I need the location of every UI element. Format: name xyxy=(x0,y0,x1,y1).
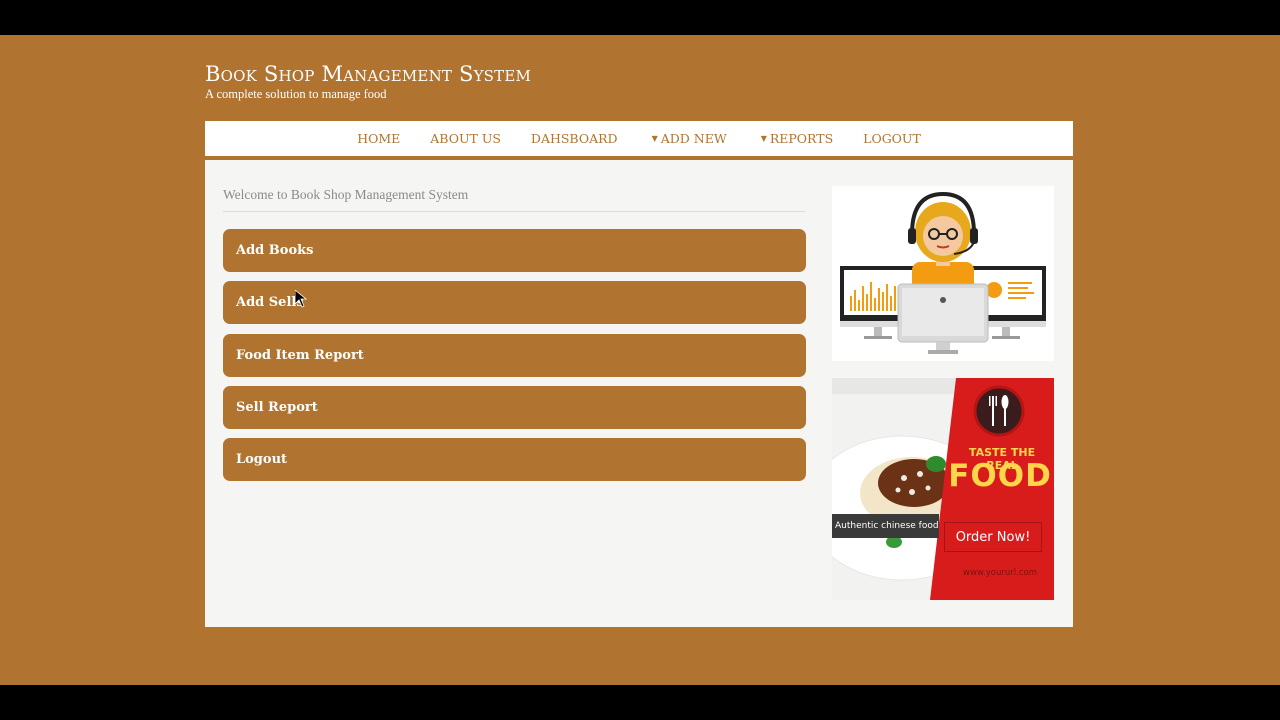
order-now-button[interactable]: Order Now! xyxy=(944,522,1042,552)
food-ad-url: www.yoururl.com xyxy=(963,568,1037,578)
add-sells-button[interactable]: Add Sells xyxy=(223,281,806,324)
nav-add-new-dropdown[interactable]: ▼ ADD NEW xyxy=(633,131,742,146)
nav-reports-label: REPORTS xyxy=(769,131,834,146)
page-background: Book Shop Management System A complete s… xyxy=(0,35,1280,685)
caret-down-icon: ▼ xyxy=(760,134,767,143)
mouse-cursor-icon xyxy=(295,290,307,308)
add-books-button[interactable]: Add Books xyxy=(223,229,806,272)
food-ad-banner[interactable]: Authentic chinese food TASTE THE REAL FO… xyxy=(832,378,1054,600)
main-navbar: HOME ABOUT US DAHSBOARD ▼ ADD NEW ▼ REPO… xyxy=(205,121,1073,156)
nav-dashboard[interactable]: DAHSBOARD xyxy=(516,131,633,146)
welcome-heading: Welcome to Book Shop Management System xyxy=(223,187,805,212)
site-title: Book Shop Management System xyxy=(205,62,532,86)
food-item-report-button[interactable]: Food Item Report xyxy=(223,334,806,377)
nav-add-new-label: ADD NEW xyxy=(660,131,727,146)
support-illustration xyxy=(832,186,1054,361)
nav-home[interactable]: HOME xyxy=(342,131,415,146)
sell-report-button[interactable]: Sell Report xyxy=(223,386,806,429)
logout-button[interactable]: Logout xyxy=(223,438,806,481)
operator-computers-image xyxy=(840,191,1046,354)
caret-down-icon: ▼ xyxy=(651,134,658,143)
content-panel: Welcome to Book Shop Management System A… xyxy=(205,160,1073,627)
nav-about-us[interactable]: ABOUT US xyxy=(415,131,516,146)
nav-reports-dropdown[interactable]: ▼ REPORTS xyxy=(742,131,848,146)
site-tagline: A complete solution to manage food xyxy=(205,87,387,101)
food-ad-food-text: FOOD xyxy=(948,458,1052,494)
nav-logout[interactable]: LOGOUT xyxy=(848,131,936,146)
food-ad-caption: Authentic chinese food xyxy=(832,514,939,538)
